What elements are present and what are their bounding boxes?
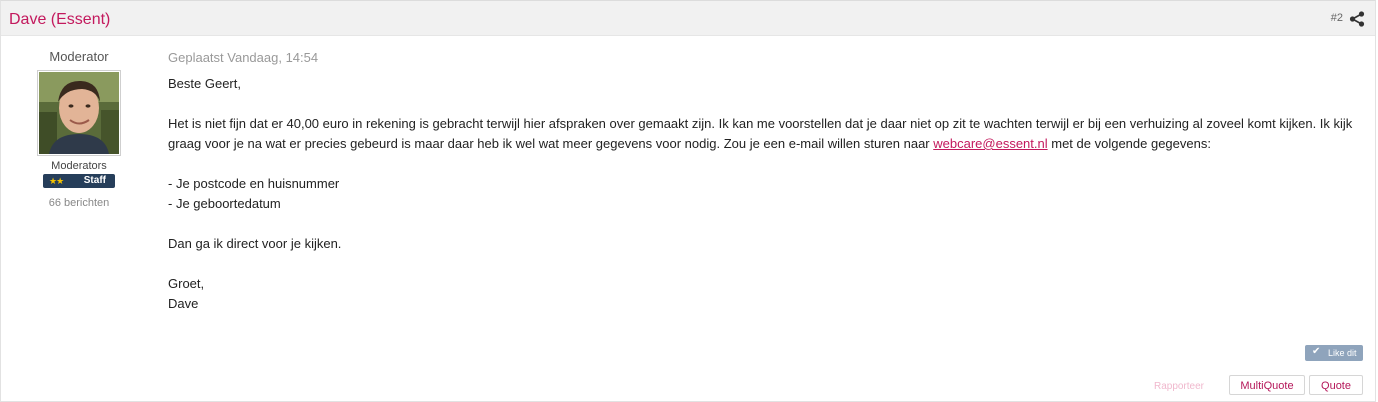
- author-name[interactable]: Dave (Essent): [9, 11, 110, 29]
- like-label: Like dit: [1328, 348, 1357, 358]
- post-date: Geplaatst Vandaag, 14:54: [168, 50, 319, 65]
- star-icon: ★★: [49, 176, 64, 186]
- closing: Groet,: [168, 276, 205, 291]
- quote-button[interactable]: Quote: [1309, 375, 1363, 395]
- post-number[interactable]: #2: [1331, 12, 1343, 24]
- post-header: Dave (Essent) #2: [1, 1, 1375, 36]
- list-item: - Je geboortedatum: [168, 196, 281, 211]
- like-button[interactable]: ✔ Like dit: [1305, 345, 1363, 361]
- post-count: 66 berichten: [48, 197, 110, 209]
- signature: Dave: [168, 296, 199, 311]
- multiquote-button[interactable]: MultiQuote: [1229, 375, 1305, 395]
- post-actions: Rapporteer MultiQuote Quote: [1143, 375, 1363, 397]
- badge-label: Staff: [83, 175, 106, 186]
- report-link[interactable]: Rapporteer: [1154, 381, 1204, 392]
- author-sidebar: Moderator Moderators ★★ Staff 66 bericht…: [9, 47, 149, 209]
- paragraph-text: met de volgende gegevens:: [1047, 136, 1211, 151]
- paragraph: Het is niet fijn dat er 40,00 euro in re…: [168, 114, 1368, 154]
- member-title: Moderator: [49, 49, 109, 64]
- greeting: Beste Geert,: [168, 76, 241, 91]
- avatar[interactable]: [37, 70, 121, 156]
- paragraph: Dan ga ik direct voor je kijken.: [168, 236, 342, 251]
- email-link[interactable]: webcare@essent.nl: [933, 136, 1047, 151]
- staff-badge: ★★ Staff: [43, 174, 115, 188]
- member-group: Moderators: [51, 160, 107, 172]
- share-icon[interactable]: [1349, 11, 1365, 27]
- post-body: Beste Geert, Het is niet fijn dat er 40,…: [168, 74, 1368, 314]
- list-item: - Je postcode en huisnummer: [168, 176, 340, 191]
- check-icon: ✔: [1312, 346, 1321, 357]
- forum-post: Dave (Essent) #2 Moderator Moderators ★★…: [0, 0, 1376, 402]
